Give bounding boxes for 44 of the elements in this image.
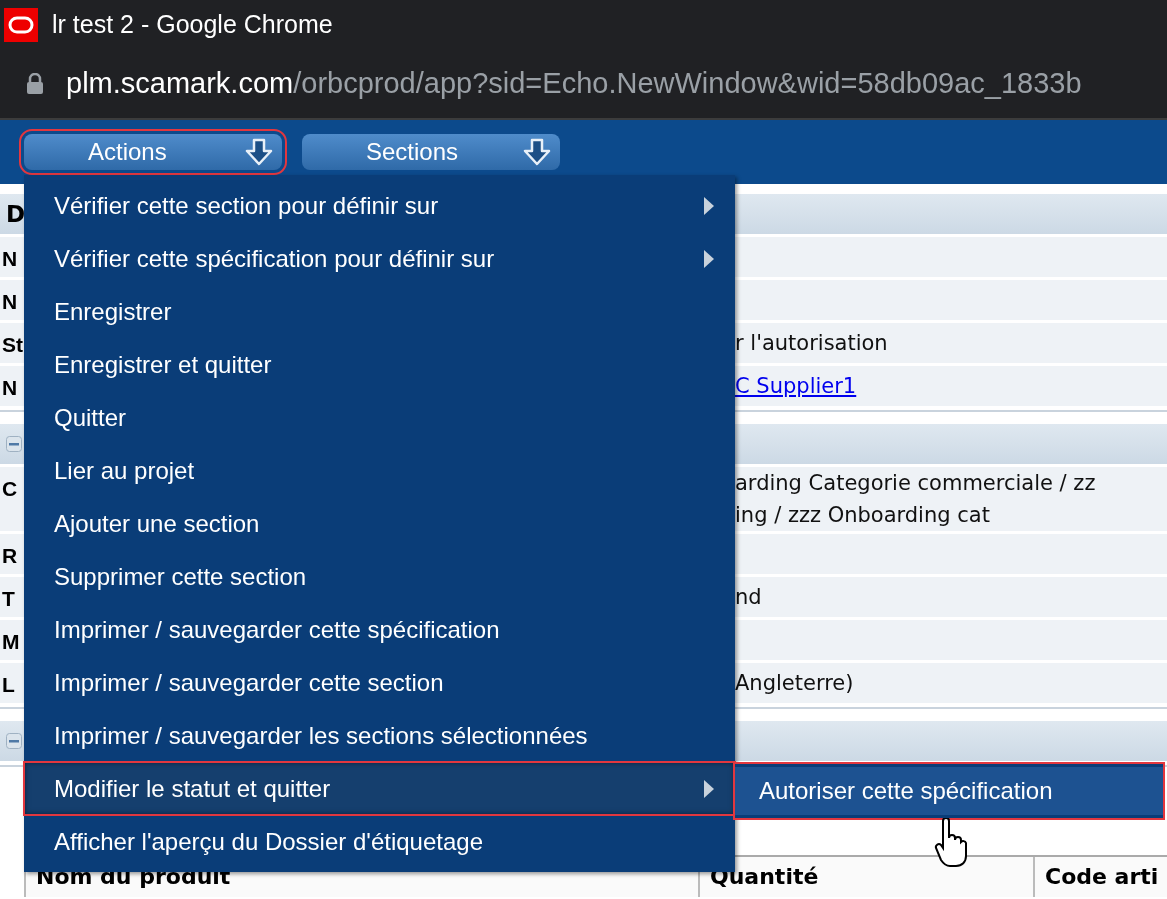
field-value: arding Categorie commerciale / zz bbox=[735, 470, 1096, 497]
field-value: ing / zzz Onboarding cat bbox=[735, 502, 991, 529]
field-label: N bbox=[2, 376, 18, 399]
lock-icon bbox=[26, 73, 44, 95]
caret-icon bbox=[703, 195, 715, 216]
menu-item[interactable]: Quitter bbox=[24, 391, 735, 444]
section-title: D bbox=[6, 199, 26, 229]
menu-item[interactable]: Vérifier cette spécification pour définir sur bbox=[24, 232, 735, 285]
app-logo-icon bbox=[4, 8, 38, 42]
menu-item[interactable]: Vérifier cette section pour définir sur bbox=[24, 179, 735, 232]
hand-cursor-icon bbox=[934, 818, 968, 868]
field-label: L bbox=[2, 673, 15, 696]
column-header: Quantité bbox=[698, 857, 1033, 897]
menu-item[interactable]: Imprimer / sauvegarder cette section bbox=[24, 656, 735, 709]
collapse-icon[interactable] bbox=[6, 436, 22, 452]
field-label: T bbox=[2, 587, 15, 610]
window-title: lr test 2 - Google Chrome bbox=[52, 9, 333, 41]
supplier-link[interactable]: C Supplier1 bbox=[735, 370, 857, 402]
menu-item[interactable]: Enregistrer et quitter bbox=[24, 338, 735, 391]
caret-icon bbox=[703, 778, 715, 799]
menu-item[interactable]: Enregistrer bbox=[24, 285, 735, 338]
field-value: nd bbox=[735, 584, 762, 611]
menu-item[interactable]: Lier au projet bbox=[24, 444, 735, 497]
menu-item[interactable]: Modifier le statut et quitter bbox=[24, 762, 735, 815]
field-label: N bbox=[2, 247, 18, 270]
menu-item[interactable]: Ajouter une section bbox=[24, 497, 735, 550]
menu-item[interactable]: Imprimer / sauvegarder les sections sélectionnées bbox=[24, 709, 735, 762]
field-label: C bbox=[2, 477, 18, 500]
field-label: R bbox=[2, 544, 18, 567]
field-label: St bbox=[2, 333, 23, 356]
collapse-icon[interactable] bbox=[6, 733, 22, 749]
toolbar-dropdown-button[interactable]: Sections bbox=[302, 134, 560, 170]
submenu-item[interactable]: Autoriser cette spécification bbox=[735, 767, 1163, 815]
down-arrow-icon bbox=[244, 137, 274, 167]
column-header: Code arti bbox=[1033, 857, 1167, 897]
field-label: M bbox=[2, 630, 20, 653]
menu-item[interactable]: Supprimer cette section bbox=[24, 550, 735, 603]
down-arrow-icon bbox=[522, 137, 552, 167]
field-label: N bbox=[2, 290, 18, 313]
field-value: Angleterre) bbox=[735, 670, 854, 697]
caret-icon bbox=[703, 248, 715, 269]
menu-item[interactable]: Imprimer / sauvegarder cette spécification bbox=[24, 603, 735, 656]
field-value: r l'autorisation bbox=[735, 330, 888, 357]
url-text[interactable]: plm.scamark.com/orbcprod/app?sid=Echo.NewWindow&wid=58db09ac_1833b bbox=[66, 62, 1082, 106]
